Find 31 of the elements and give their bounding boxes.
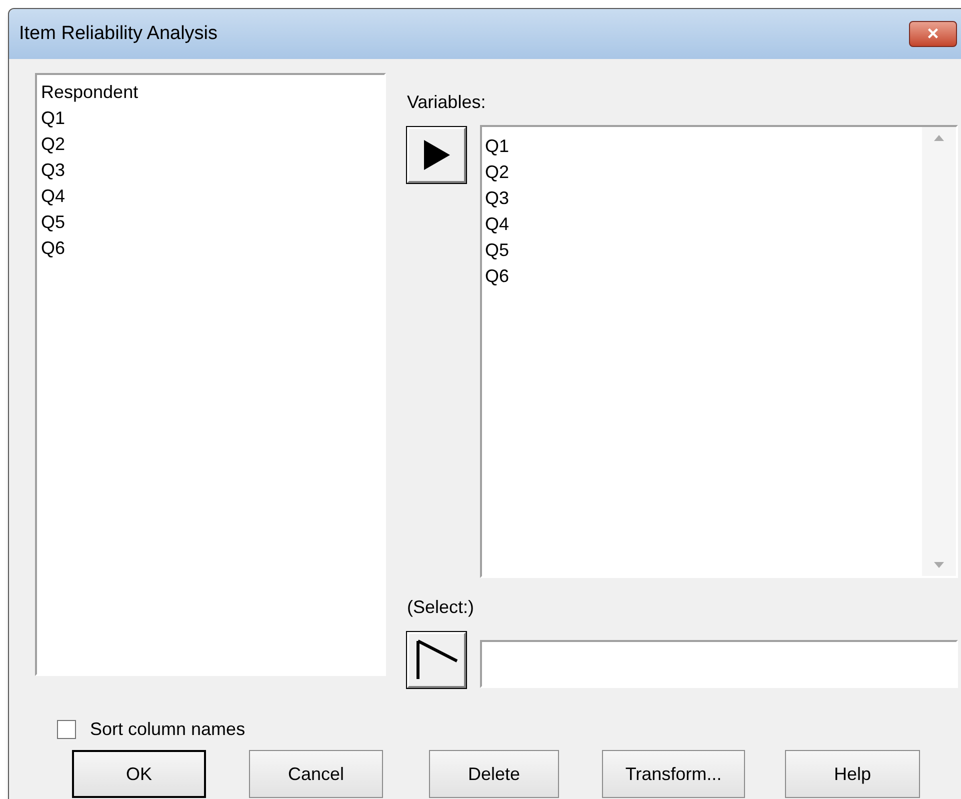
dialog-button[interactable]: Delete xyxy=(429,750,559,798)
list-item[interactable]: Q4 xyxy=(485,211,919,237)
select-button[interactable] xyxy=(407,632,466,688)
right-arrow-icon xyxy=(422,139,452,171)
window-title: Item Reliability Analysis xyxy=(19,22,218,46)
list-item[interactable]: Q6 xyxy=(41,235,380,261)
variables-label: Variables: xyxy=(407,91,487,113)
scroll-up-icon xyxy=(934,135,944,141)
list-item[interactable]: Q1 xyxy=(485,133,919,159)
select-field[interactable] xyxy=(480,640,958,688)
list-item[interactable]: Q2 xyxy=(41,131,380,157)
list-item[interactable]: Q6 xyxy=(485,263,919,289)
list-item[interactable]: Respondent xyxy=(41,79,380,105)
list-item[interactable]: Q3 xyxy=(485,185,919,211)
select-label: (Select:) xyxy=(407,596,476,618)
scroll-down-icon xyxy=(934,562,944,568)
list-item[interactable]: Q2 xyxy=(485,159,919,185)
dialog-button[interactable]: Help xyxy=(785,750,920,798)
sort-checkbox[interactable] xyxy=(57,720,76,739)
list-item[interactable]: Q5 xyxy=(485,237,919,263)
list-item[interactable]: Q4 xyxy=(41,183,380,209)
dialog-button[interactable]: Transform... xyxy=(602,750,745,798)
scrollbar[interactable] xyxy=(922,127,956,576)
add-variable-button[interactable] xyxy=(407,127,466,183)
triangle-outline-icon xyxy=(414,639,458,681)
sort-label: Sort column names xyxy=(90,718,246,741)
list-item[interactable]: Q3 xyxy=(41,157,380,183)
list-item[interactable]: Q1 xyxy=(41,105,380,131)
list-item[interactable]: Q5 xyxy=(41,209,380,235)
dialog-button[interactable]: OK xyxy=(72,750,206,798)
dialog-button[interactable]: Cancel xyxy=(249,750,383,798)
